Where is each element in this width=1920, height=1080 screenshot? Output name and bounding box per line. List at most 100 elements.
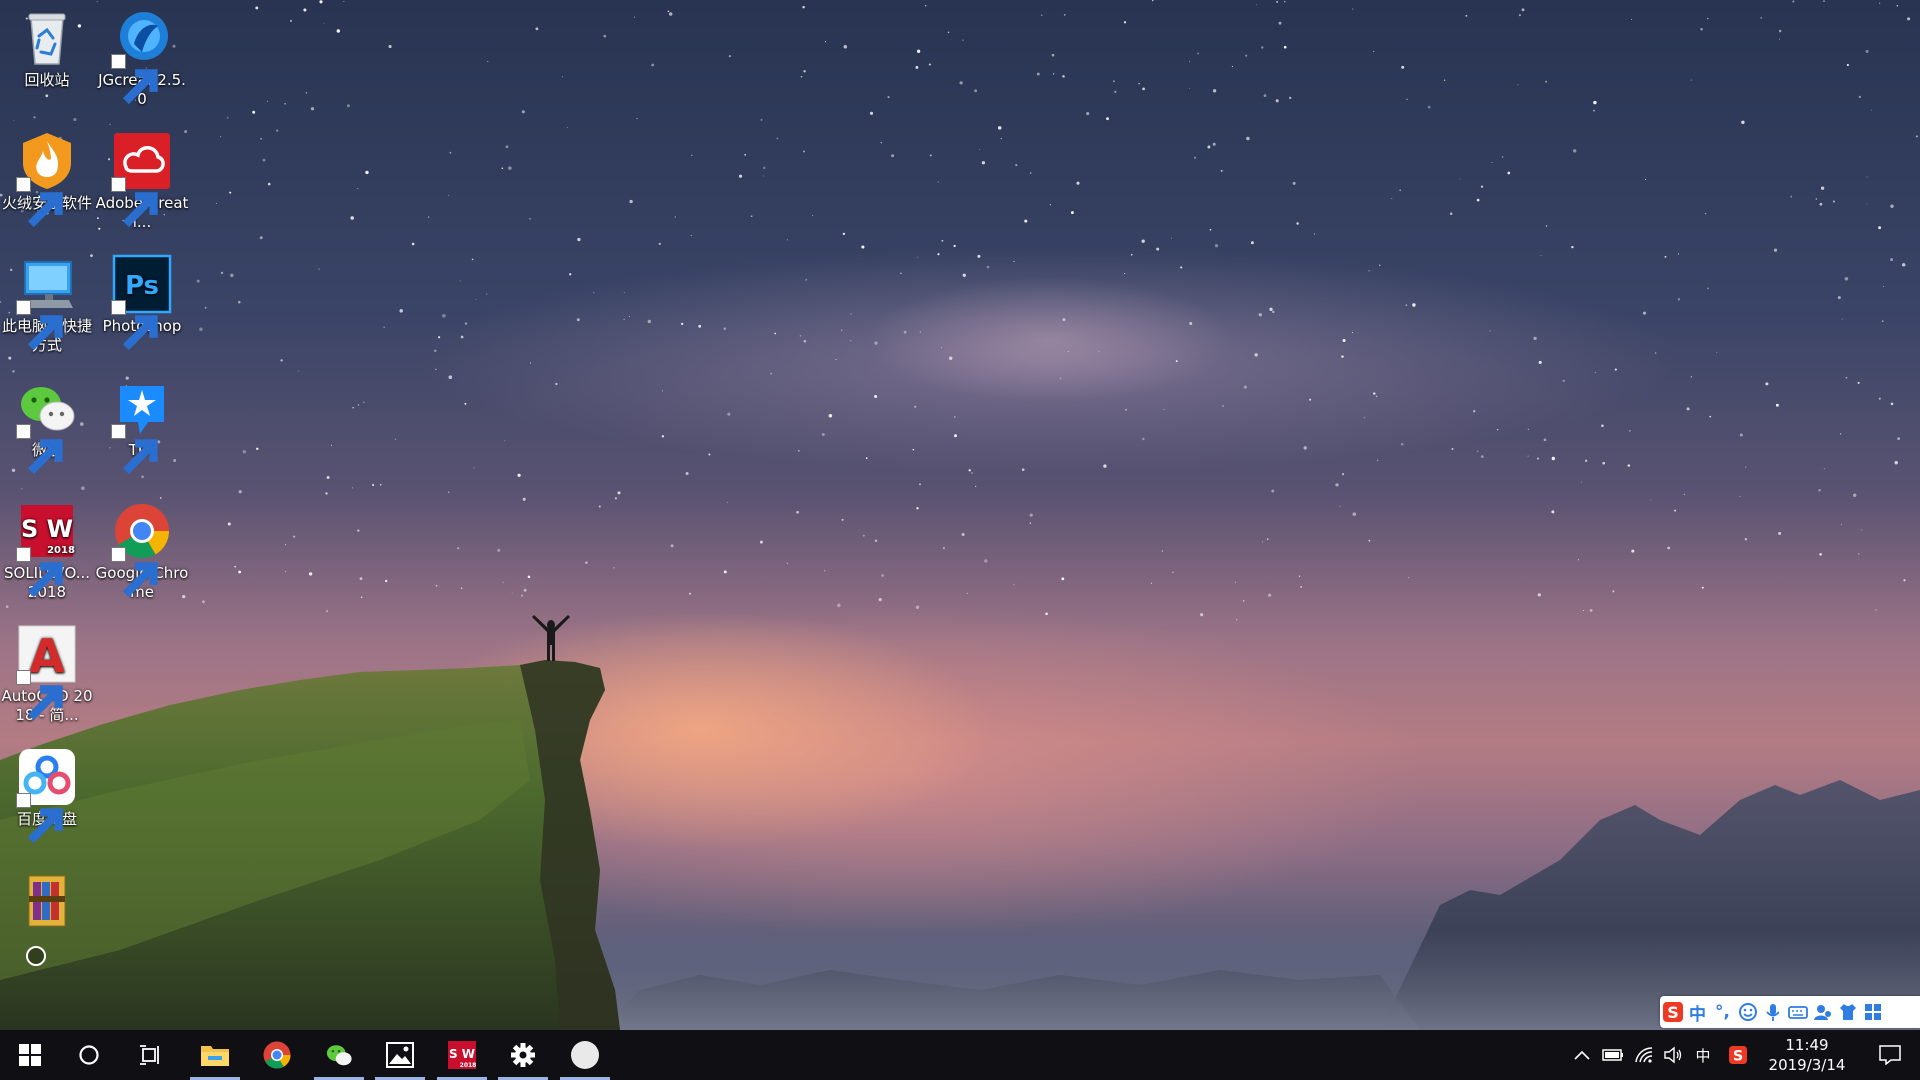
star <box>486 293 488 295</box>
soft-keyboard-icon[interactable] <box>1785 998 1810 1026</box>
sogou-tray-button[interactable]: S <box>1725 1030 1751 1080</box>
desktop-icon-wechat[interactable]: 微信 <box>0 372 94 475</box>
star <box>1363 417 1365 419</box>
star <box>226 116 229 119</box>
star <box>567 126 568 128</box>
star <box>1674 509 1677 512</box>
star <box>505 145 509 149</box>
star <box>1373 392 1376 395</box>
taskbar-white-circle-app[interactable] <box>556 1030 614 1080</box>
star <box>1254 353 1258 357</box>
star <box>81 486 85 490</box>
star <box>975 485 977 487</box>
star <box>1352 8 1354 10</box>
desktop-icon-recycle-bin[interactable]: 回收站 <box>0 2 94 90</box>
voice-microphone-icon[interactable] <box>1760 998 1785 1026</box>
desktop-icon-this-pc[interactable]: 此电脑 - 快捷方式 <box>0 248 94 355</box>
desktop-icon-tim[interactable]: TIM <box>95 372 189 475</box>
skin-shirt-icon[interactable] <box>1835 998 1860 1026</box>
desktop-icon-google-chrome[interactable]: Google Chrome <box>95 495 189 602</box>
desktop-icon-autocad[interactable]: A AutoCAD 2018 - 简... <box>0 618 94 725</box>
star <box>1212 89 1217 93</box>
star <box>1256 4 1257 6</box>
desktop-icon-solidworks[interactable]: S W 2018 SOLIDWO... 2018 <box>0 495 94 602</box>
taskbar-solidworks[interactable]: S W 2018 <box>433 1030 491 1080</box>
star <box>919 331 921 333</box>
star <box>1284 1 1286 3</box>
show-hidden-icons-button[interactable] <box>1570 1030 1594 1080</box>
star <box>1875 609 1877 611</box>
star <box>371 483 375 487</box>
star <box>1246 136 1250 141</box>
sogou-ime-toolbar[interactable]: S 中 °, <box>1660 996 1920 1028</box>
star <box>1584 459 1588 462</box>
desktop-icon-photoshop[interactable]: Ps Photoshop <box>95 248 189 351</box>
taskbar-settings[interactable] <box>494 1030 552 1080</box>
star <box>1000 138 1002 140</box>
star <box>878 597 882 602</box>
star <box>803 339 807 343</box>
taskbar-chrome[interactable] <box>248 1030 306 1080</box>
cortana-search-button[interactable] <box>61 1030 117 1080</box>
star <box>285 544 287 546</box>
sogou-logo-icon[interactable]: S <box>1660 998 1685 1026</box>
star <box>929 154 932 157</box>
star <box>11 468 16 473</box>
star <box>1896 4 1899 7</box>
taskbar-clock[interactable]: 11:49 2019/3/14 <box>1752 1030 1862 1080</box>
toolbox-grid-icon[interactable] <box>1860 998 1885 1026</box>
star <box>352 487 353 489</box>
star <box>1589 608 1593 612</box>
star <box>1792 0 1795 3</box>
taskbar-wechat[interactable] <box>310 1030 368 1080</box>
star <box>352 406 354 409</box>
star <box>723 327 727 330</box>
star <box>523 588 527 592</box>
user-account-icon[interactable] <box>1810 998 1835 1026</box>
action-center-button[interactable] <box>1862 1030 1918 1080</box>
star <box>330 444 332 446</box>
input-language-indicator[interactable]: 中 <box>1690 1030 1716 1080</box>
star <box>977 254 981 258</box>
shortcut-arrow-icon <box>111 300 158 351</box>
star <box>252 110 256 114</box>
desktop-icon-archive-folder[interactable] <box>0 866 94 935</box>
star <box>966 592 968 594</box>
ime-punctuation-toggle[interactable]: °, <box>1710 998 1735 1026</box>
star <box>708 453 711 456</box>
shortcut-arrow-icon <box>16 670 63 721</box>
star <box>1664 255 1667 258</box>
taskbar-photos[interactable] <box>371 1030 429 1080</box>
desktop-icon-huorong[interactable]: 火绒安全软件 <box>0 125 94 228</box>
star <box>1352 331 1354 333</box>
star <box>202 600 205 604</box>
volume-tray-button[interactable] <box>1659 1030 1687 1080</box>
battery-tray-button[interactable] <box>1599 1030 1627 1080</box>
start-button[interactable] <box>2 1030 58 1080</box>
taskbar-file-explorer[interactable] <box>186 1030 244 1080</box>
ime-chinese-mode-toggle[interactable]: 中 <box>1685 998 1710 1026</box>
desktop-icon-jgcreat[interactable]: JGcreat 2.5.0 <box>95 2 189 109</box>
task-view-button[interactable] <box>122 1030 178 1080</box>
star <box>325 492 328 495</box>
network-tray-button[interactable] <box>1630 1030 1658 1080</box>
star <box>1631 549 1635 553</box>
star <box>984 559 988 563</box>
desktop-icon-adobe-creative-cloud[interactable]: Adobe Creati... <box>95 125 189 232</box>
star <box>238 300 241 304</box>
star <box>1853 493 1857 497</box>
star <box>1790 195 1793 198</box>
svg-text:S W: S W <box>449 1047 475 1061</box>
star <box>1901 263 1906 267</box>
emoji-smiley-icon[interactable] <box>1735 998 1760 1026</box>
star <box>1220 169 1223 172</box>
star <box>1818 488 1821 492</box>
autocad-icon: A <box>16 624 77 721</box>
star <box>915 605 920 609</box>
desktop-icon-baidu-netdisk[interactable]: 百度网盘 <box>0 741 94 844</box>
star <box>1739 496 1741 497</box>
star <box>1236 619 1238 621</box>
star <box>598 505 601 508</box>
star <box>1677 253 1680 255</box>
star <box>388 44 392 49</box>
